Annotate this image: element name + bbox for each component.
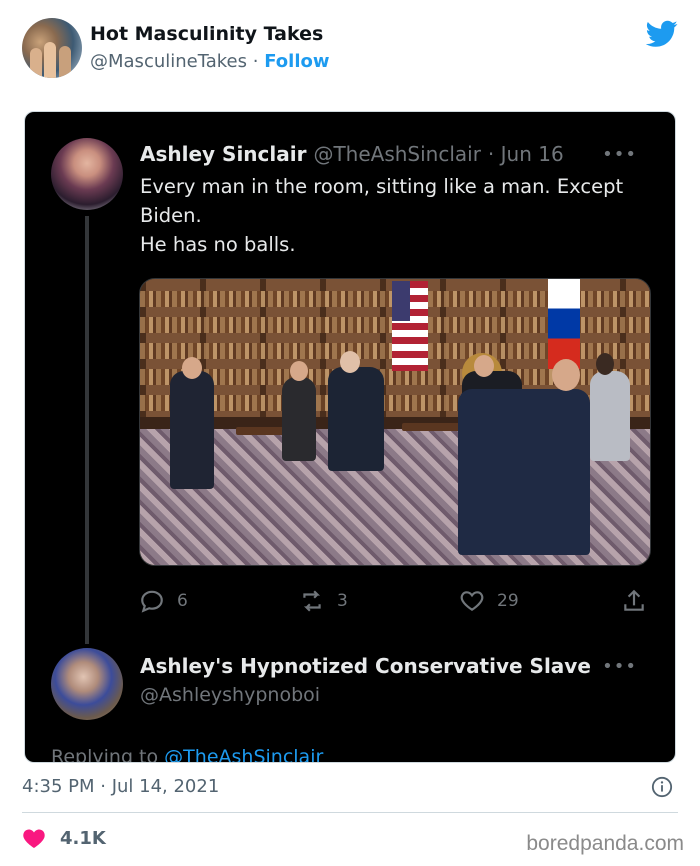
us-flag xyxy=(392,281,428,371)
embedded-author-line: Ashley Sinclair @TheAshSinclair · Jun 16 xyxy=(140,142,564,166)
like-button[interactable]: 4.1K xyxy=(22,826,106,850)
embedded-date: · Jun 16 xyxy=(487,142,564,166)
like-count: 4.1K xyxy=(60,827,106,849)
avatar xyxy=(51,648,123,720)
reply-action: 6 xyxy=(139,586,188,616)
embedded-tweet-text: Every man in the room, sitting like a ma… xyxy=(140,172,650,259)
heart-outline-icon xyxy=(460,591,484,611)
reply-display-name: Ashley's Hypnotized Conservative Slave xyxy=(140,654,591,678)
replying-to: Replying to @TheAshSinclair xyxy=(51,746,324,763)
watermark: boredpanda.com xyxy=(526,832,684,855)
handle-line: @MasculineTakes · Follow xyxy=(90,51,330,72)
twitter-bird-icon[interactable] xyxy=(646,20,678,48)
handle[interactable]: @MasculineTakes xyxy=(90,51,247,72)
tweet-actions: 6 3 29 xyxy=(139,586,651,616)
heart-icon xyxy=(23,829,45,848)
avatar-figure xyxy=(30,48,42,78)
embedded-tweet-screenshot: Ashley Sinclair @TheAshSinclair · Jun 16… xyxy=(24,111,676,763)
retweet-action: 3 xyxy=(299,586,348,616)
person xyxy=(170,371,214,489)
more-icon: ••• xyxy=(602,144,637,165)
avatar-figure xyxy=(59,46,71,78)
person-head xyxy=(552,359,580,391)
like-count: 29 xyxy=(497,591,519,611)
thread-connector xyxy=(85,216,89,644)
share-action xyxy=(621,586,659,616)
russian-flag xyxy=(548,279,580,369)
reply-icon xyxy=(141,590,163,613)
tweet-timestamp[interactable]: 4:35 PM · Jul 14, 2021 xyxy=(22,776,219,797)
person-head xyxy=(596,353,614,375)
person-head xyxy=(182,357,202,379)
replying-mention: @TheAshSinclair xyxy=(164,746,324,763)
more-icon: ••• xyxy=(602,656,637,677)
reply-handle: @Ashleyshypnoboi xyxy=(140,684,321,706)
display-name[interactable]: Hot Masculinity Takes xyxy=(90,23,323,45)
person-head xyxy=(474,355,494,377)
info-icon[interactable] xyxy=(651,776,673,798)
retweet-icon xyxy=(303,590,321,612)
person xyxy=(458,389,590,555)
person-head xyxy=(340,351,360,373)
follow-button[interactable]: Follow xyxy=(264,51,329,72)
replying-prefix: Replying to xyxy=(51,746,159,763)
separator: · xyxy=(252,51,259,72)
tweet-header: Hot Masculinity Takes @MasculineTakes · … xyxy=(22,18,682,82)
avatar-figure xyxy=(44,42,56,78)
embedded-display-name: Ashley Sinclair xyxy=(140,142,307,166)
avatar xyxy=(51,138,123,210)
tweet-photo xyxy=(139,278,651,566)
person xyxy=(328,367,384,471)
share-icon xyxy=(624,589,644,611)
retweet-count: 3 xyxy=(337,591,348,611)
person-head xyxy=(290,361,308,381)
tweet-text-line: He has no balls. xyxy=(140,233,296,256)
avatar[interactable] xyxy=(22,18,82,78)
reply-count: 6 xyxy=(177,591,188,611)
divider xyxy=(22,812,678,813)
embedded-handle: @TheAshSinclair xyxy=(313,142,481,166)
like-action: 29 xyxy=(459,586,519,616)
person xyxy=(590,371,630,461)
person xyxy=(282,377,316,461)
tweet-text-line: Every man in the room, sitting like a ma… xyxy=(140,175,624,227)
